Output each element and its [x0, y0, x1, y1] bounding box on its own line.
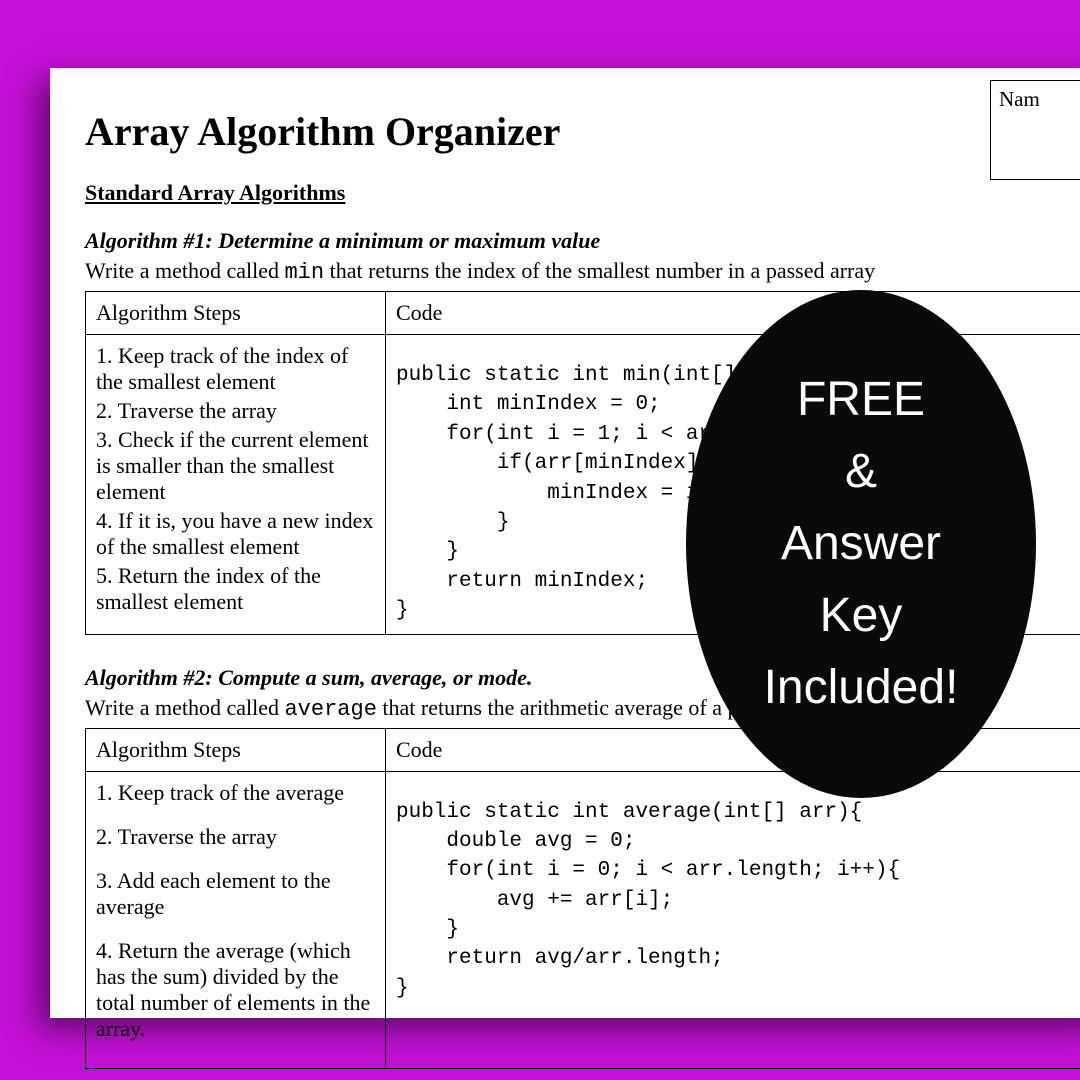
page-title: Array Algorithm Organizer [85, 108, 1075, 155]
algo2-step-3: 3. Add each element to the average [96, 868, 375, 920]
algo1-step-4: 4. If it is, you have a new index of the… [96, 508, 375, 560]
algo1-step-2: 2. Traverse the array [96, 398, 375, 424]
badge-line3: Answer [781, 517, 941, 570]
algo2-steps-cell: 1. Keep track of the average 2. Traverse… [86, 771, 386, 1068]
algo1-step-3: 3. Check if the current element is small… [96, 427, 375, 505]
name-field-box: Nam [990, 80, 1080, 180]
badge-line1: FREE [797, 373, 925, 426]
table-header-steps: Algorithm Steps [86, 292, 386, 335]
algo2-code-cell: public static int average(int[] arr){ do… [386, 771, 1080, 1068]
algo1-steps-cell: 1. Keep track of the index of the smalle… [86, 335, 386, 635]
algo1-description: Write a method called min that returns t… [85, 258, 1075, 285]
algo2-desc-pre: Write a method called [85, 695, 284, 720]
algo1-desc-mono: min [284, 260, 324, 285]
algo2-code: public static int average(int[] arr){ do… [396, 780, 1074, 1004]
promo-badge: FREE & Answer Key Included! [686, 290, 1036, 798]
name-label: Nam [999, 87, 1040, 111]
algo2-step-1: 1. Keep track of the average [96, 780, 375, 806]
section-heading: Standard Array Algorithms [85, 180, 1075, 206]
algo1-title: Algorithm #1: Determine a minimum or max… [85, 228, 1075, 254]
algo2-step-2: 2. Traverse the array [96, 824, 375, 850]
table-header-steps: Algorithm Steps [86, 728, 386, 771]
badge-line4: Key [820, 589, 903, 642]
algo1-step-1: 1. Keep track of the index of the smalle… [96, 343, 375, 395]
algo2-step-4: 4. Return the average (which has the sum… [96, 938, 375, 1042]
badge-line2: & [845, 445, 877, 498]
algo1-desc-pre: Write a method called [85, 258, 284, 283]
algo1-desc-post: that returns the index of the smallest n… [324, 258, 875, 283]
algo1-step-5: 5. Return the index of the smallest elem… [96, 563, 375, 615]
table-header-code: Code [386, 292, 1080, 335]
badge-line5: Included! [764, 661, 959, 714]
algo2-table: Algorithm Steps Code 1. Keep track of th… [85, 728, 1080, 1069]
algo2-desc-mono: average [284, 697, 376, 722]
